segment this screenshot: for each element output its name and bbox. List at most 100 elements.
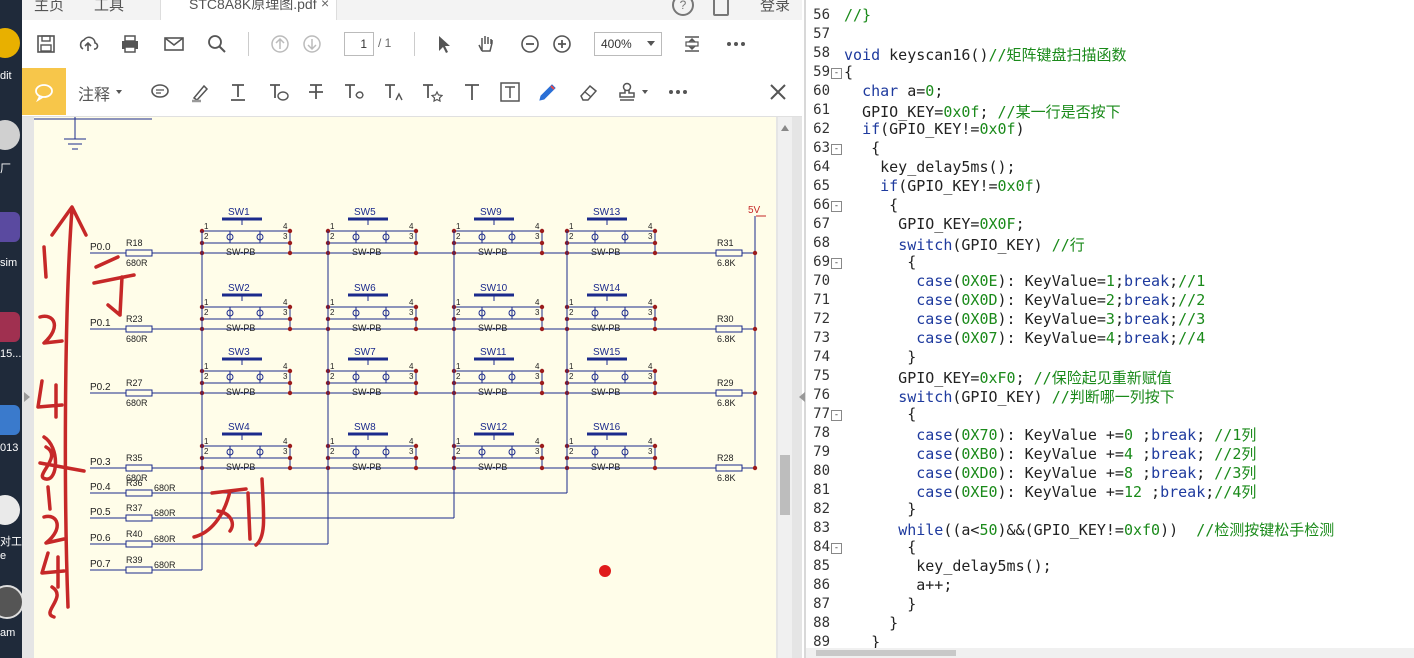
resistor-label: R40 — [126, 529, 143, 539]
line-number: 77 — [813, 406, 830, 422]
pencil-icon[interactable] — [536, 80, 560, 104]
tab-close-icon[interactable]: × — [321, 0, 329, 11]
code-token: ; — [1133, 426, 1152, 444]
switch-part-label: SW-PB — [478, 247, 507, 257]
insert-text-icon[interactable] — [382, 80, 406, 104]
desktop-app-icon[interactable] — [0, 120, 20, 150]
junction-dot — [539, 240, 545, 246]
print-icon[interactable] — [118, 32, 142, 56]
save-icon[interactable] — [34, 32, 58, 56]
replace-text-icon[interactable] — [342, 80, 366, 104]
code-token: ; — [1015, 215, 1025, 233]
resistor-symbol — [125, 489, 153, 497]
junction-dot — [287, 304, 293, 310]
login-link[interactable]: 登录 — [760, 0, 790, 15]
code-token: //1列 — [1214, 426, 1257, 444]
search-icon[interactable] — [205, 32, 229, 56]
pin-label: 3 — [409, 308, 414, 317]
fold-toggle-icon[interactable]: - — [831, 144, 842, 155]
resistor-symbol — [125, 464, 153, 472]
line-number: 87 — [813, 596, 830, 612]
help-icon[interactable]: ? — [672, 0, 694, 16]
junction-dot — [652, 250, 658, 256]
page-number-input[interactable]: 1 — [344, 32, 374, 56]
switch-part-label: SW-PB — [352, 247, 381, 257]
code-token: ; — [1196, 445, 1215, 463]
next-page-icon[interactable] — [300, 32, 324, 56]
text-comment-icon[interactable] — [266, 80, 290, 104]
highlight-icon[interactable] — [188, 80, 212, 104]
text-star-icon[interactable] — [420, 80, 444, 104]
fold-toggle-icon[interactable]: - — [831, 258, 842, 269]
zoom-select[interactable]: 400% — [594, 32, 662, 56]
pin-label: 2 — [456, 447, 461, 456]
fold-toggle-icon[interactable]: - — [831, 68, 842, 79]
code-editor[interactable]: 56//} 57 58 void keyscan16()//矩阵键盘扫描函数 59-{6… — [799, 0, 1414, 658]
vertical-scrollbar[interactable] — [778, 117, 792, 658]
note-icon[interactable] — [148, 80, 172, 104]
scrollbar-thumb[interactable] — [780, 455, 790, 515]
select-cursor-icon[interactable] — [432, 32, 456, 56]
resistor-symbol — [125, 514, 153, 522]
more-icon[interactable] — [666, 80, 690, 104]
port-label: P0.3 — [90, 457, 111, 468]
scroll-up-arrow[interactable] — [781, 125, 789, 131]
collapse-left-arrow[interactable] — [24, 392, 30, 402]
strikethrough-icon[interactable] — [304, 80, 328, 104]
zoom-out-icon[interactable] — [518, 32, 542, 56]
annotation-menu[interactable]: 注释 — [78, 81, 110, 105]
fold-toggle-icon[interactable]: - — [831, 543, 842, 554]
code-line: case(0X0D): KeyValue=2;break;//2 — [844, 291, 1205, 309]
pin-label: 4 — [283, 437, 288, 446]
hand-tool-icon[interactable] — [474, 32, 498, 56]
typewriter-icon[interactable] — [460, 80, 484, 104]
desktop-app-icon[interactable] — [0, 495, 20, 525]
desktop-app-icon[interactable] — [0, 312, 20, 342]
mail-icon[interactable] — [162, 32, 186, 56]
tab-tools[interactable]: 工具 — [94, 0, 124, 15]
prev-page-icon[interactable] — [268, 32, 292, 56]
junction-dot — [652, 326, 658, 332]
tab-home[interactable]: 主页 — [34, 0, 64, 15]
upload-cloud-icon[interactable] — [76, 32, 100, 56]
code-token: //矩阵键盘扫描函数 — [988, 46, 1127, 64]
desktop-app-icon[interactable] — [0, 28, 20, 58]
resistor-symbol — [125, 325, 153, 333]
text-box-icon[interactable] — [498, 80, 522, 104]
stamp-icon[interactable] — [616, 80, 640, 104]
scrollbar-thumb[interactable] — [816, 650, 956, 656]
more-icon[interactable] — [724, 32, 748, 56]
underline-text-icon[interactable] — [226, 80, 250, 104]
collapse-arrow-icon[interactable] — [799, 392, 805, 402]
code-token: //1 — [1178, 272, 1206, 290]
code-token: ; — [1133, 445, 1152, 463]
comment-mode-button[interactable] — [22, 68, 66, 115]
phone-icon[interactable] — [713, 0, 729, 16]
code-token: break — [1123, 329, 1170, 347]
desktop-app-icon[interactable] — [0, 212, 20, 242]
fold-toggle-icon[interactable]: - — [831, 410, 842, 421]
pin-label: 3 — [535, 232, 540, 241]
switch-label: SW4 — [228, 422, 250, 433]
fold-toggle-icon[interactable]: - — [831, 201, 842, 212]
switch-label: SW16 — [593, 422, 621, 433]
desktop-app-icon[interactable] — [0, 585, 22, 619]
code-token: case — [916, 329, 953, 347]
code-token: 0x0f — [997, 177, 1034, 195]
document-area[interactable]: 5V P0.0 R18 680R R31 6.8K SW1 1 4 2 3 SW-PB SW5 1 4 2 3 S… — [22, 117, 802, 658]
close-icon[interactable] — [766, 80, 790, 104]
tab-document[interactable]: STC8A8K原理图.pdf × — [160, 0, 337, 20]
pin-label: 1 — [456, 298, 461, 307]
eraser-icon[interactable] — [576, 80, 600, 104]
desktop-app-icon[interactable] — [0, 405, 20, 435]
code-token: key_delay5ms(); — [844, 557, 1052, 575]
fit-page-icon[interactable] — [680, 32, 704, 56]
code-token: ; — [1169, 329, 1179, 347]
code-line: { — [844, 139, 880, 157]
junction-dot — [287, 455, 293, 461]
code-token: { — [844, 538, 917, 556]
code-token: switch — [898, 236, 953, 254]
resistor-value: 680R — [126, 334, 148, 344]
zoom-in-icon[interactable] — [550, 32, 574, 56]
